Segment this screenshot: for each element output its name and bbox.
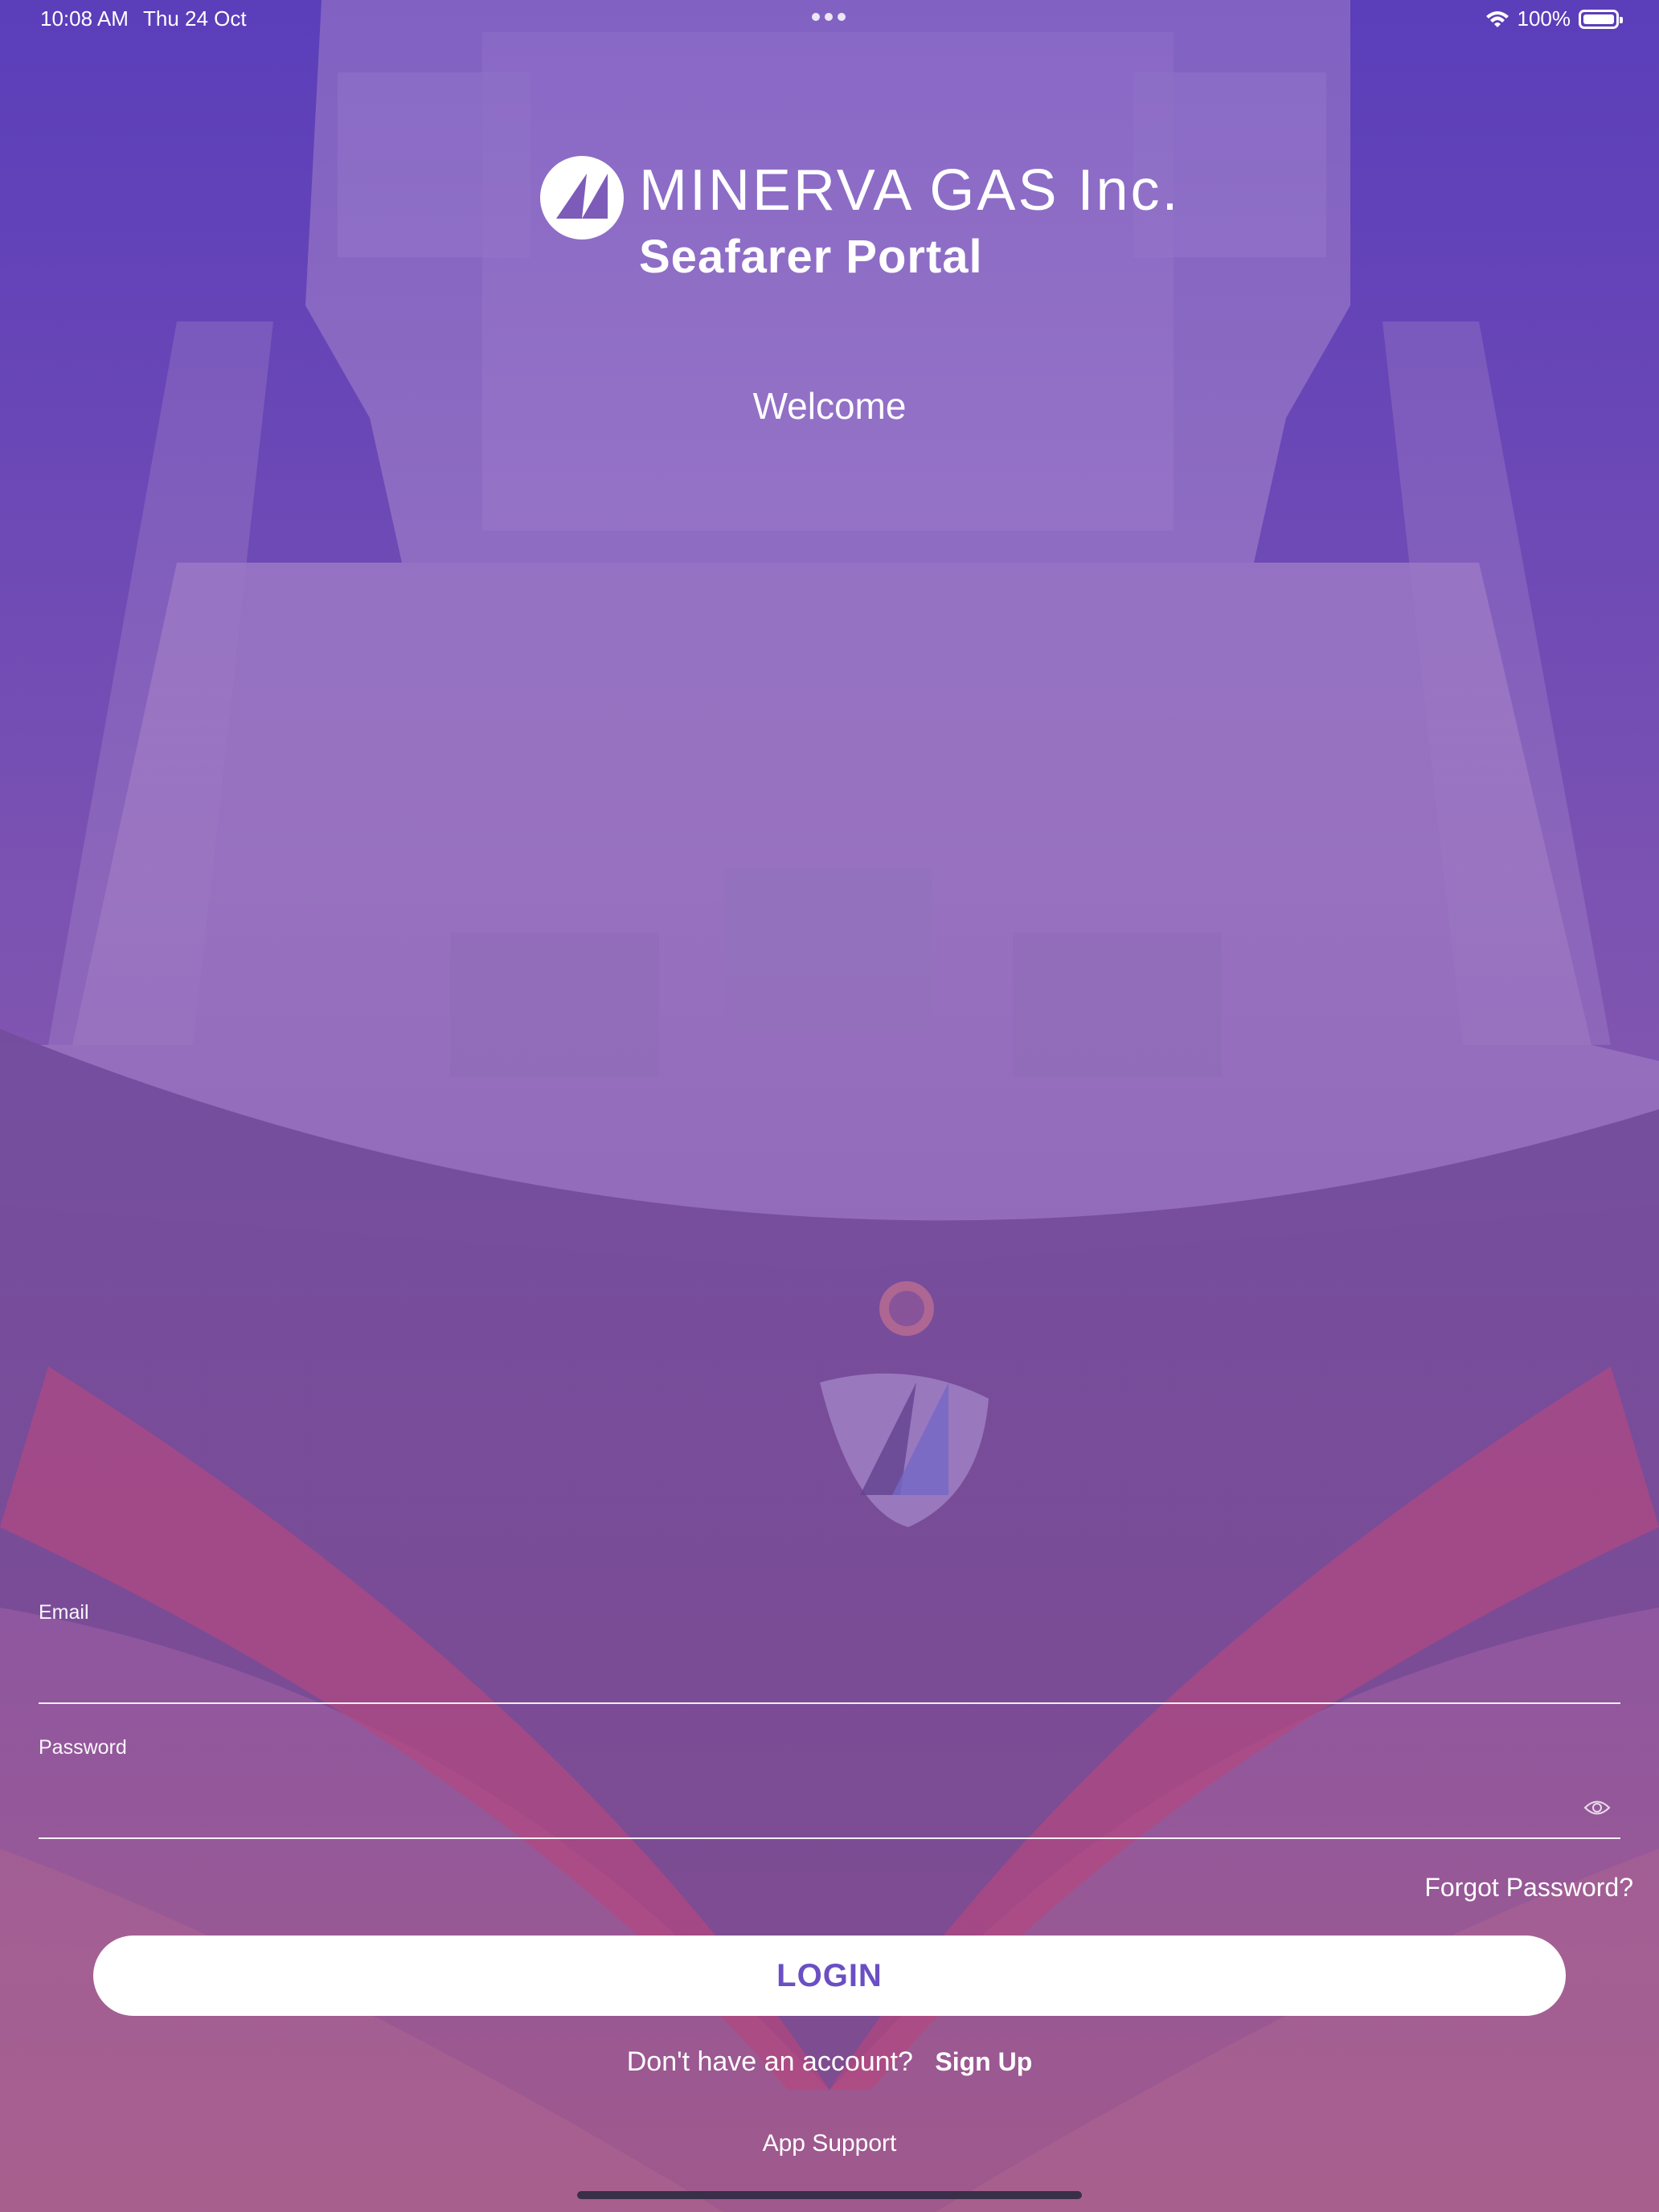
eye-icon[interactable] [1583, 1797, 1611, 1818]
sail-logo-icon [540, 156, 624, 240]
status-indicators: 100% [1485, 6, 1623, 31]
login-button[interactable]: LOGIN [93, 1936, 1566, 2016]
app-support-link[interactable]: App Support [0, 2130, 1659, 2157]
brand-name: MINERVA GAS Inc. [639, 158, 1181, 223]
home-indicator[interactable] [577, 2191, 1082, 2199]
wifi-icon [1485, 10, 1509, 27]
password-field[interactable] [39, 1783, 1620, 1839]
password-label: Password [39, 1736, 127, 1759]
battery-icon [1579, 9, 1623, 29]
no-account-text: Don't have an account? [626, 2046, 913, 2077]
status-time: 10:08 AM [40, 6, 129, 31]
email-field[interactable] [39, 1648, 1620, 1704]
sign-up-link[interactable]: Sign Up [935, 2047, 1032, 2076]
background-ship-image [0, 0, 1659, 2212]
status-bar: 10:08 AM Thu 24 Oct 100% [0, 0, 1659, 39]
forgot-password-link[interactable]: Forgot Password? [1424, 1873, 1633, 1903]
battery-percentage: 100% [1517, 6, 1571, 31]
portal-title: Seafarer Portal [639, 231, 983, 283]
email-label: Email [39, 1601, 89, 1624]
multitasking-dots-icon[interactable] [812, 13, 846, 21]
status-date: Thu 24 Oct [143, 6, 247, 31]
signup-row: Don't have an account? Sign Up [0, 2046, 1659, 2078]
welcome-heading: Welcome [752, 385, 907, 427]
